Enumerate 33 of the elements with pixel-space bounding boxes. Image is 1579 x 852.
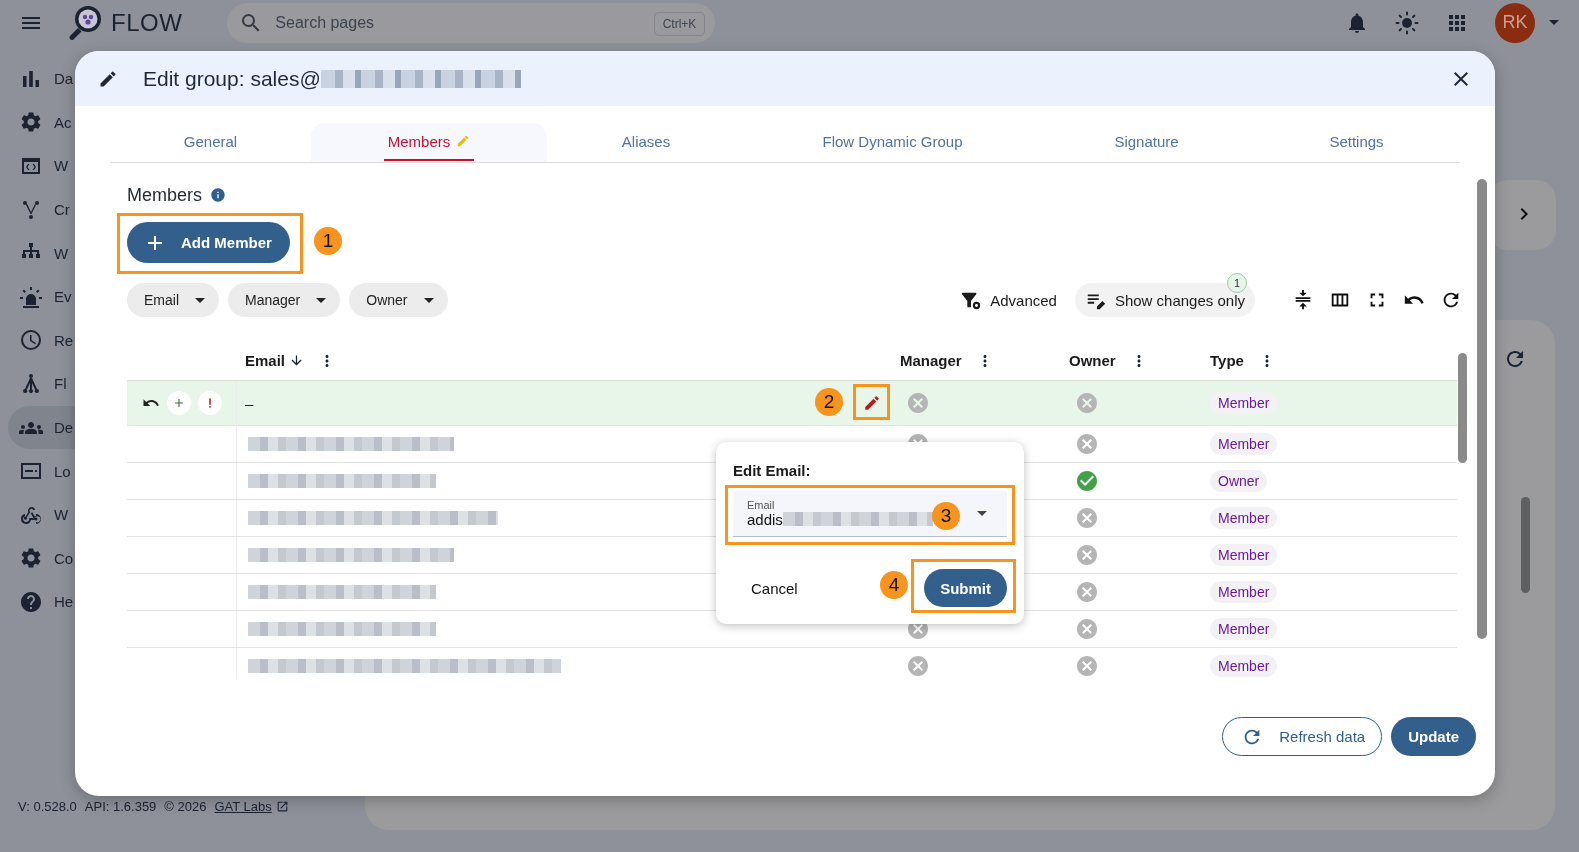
section-title: Members — [127, 184, 202, 206]
sidebar-label: W — [54, 244, 69, 262]
sidebar-label: Re — [54, 331, 74, 349]
sidebar-label: Co — [54, 549, 74, 567]
sidebar-label: Ac — [54, 113, 72, 131]
sidebar-label: He — [54, 593, 74, 611]
sidebar-label: Da — [54, 70, 74, 88]
type-tag: Member — [1210, 544, 1278, 566]
type-tag: Member — [1210, 618, 1278, 640]
popover-title: Edit Email: — [733, 462, 812, 479]
sidebar-label: W — [54, 157, 69, 175]
dialog-title: Edit group: sales@ — [143, 66, 321, 91]
type-tag: Member — [1210, 392, 1278, 414]
sidebar-label: Ev — [54, 288, 72, 306]
app-title: FLOW — [111, 8, 183, 37]
type-tag: Member — [1210, 433, 1278, 455]
type-tag: Member — [1210, 655, 1278, 677]
sidebar-label: De — [54, 419, 74, 437]
version-text: V: 0.528.0 — [18, 799, 77, 814]
shortcut-hint: Ctrl+K — [653, 11, 706, 36]
api-version-text: API: 1.6.359 — [84, 799, 157, 814]
table-cell: – — [245, 394, 254, 412]
sidebar-label: Lo — [54, 462, 71, 480]
field-value: addis — [747, 510, 783, 528]
sidebar-label: Cr — [54, 201, 70, 219]
sidebar-label: W — [54, 506, 69, 524]
field-label: Email — [747, 498, 776, 511]
copyright-text: © 2026 — [164, 799, 207, 814]
type-tag: Member — [1210, 581, 1278, 603]
count-badge: 1 — [1227, 273, 1247, 293]
sidebar-label: Fl — [54, 375, 67, 393]
type-tag: Member — [1210, 507, 1278, 529]
type-tag: Owner — [1210, 470, 1268, 492]
